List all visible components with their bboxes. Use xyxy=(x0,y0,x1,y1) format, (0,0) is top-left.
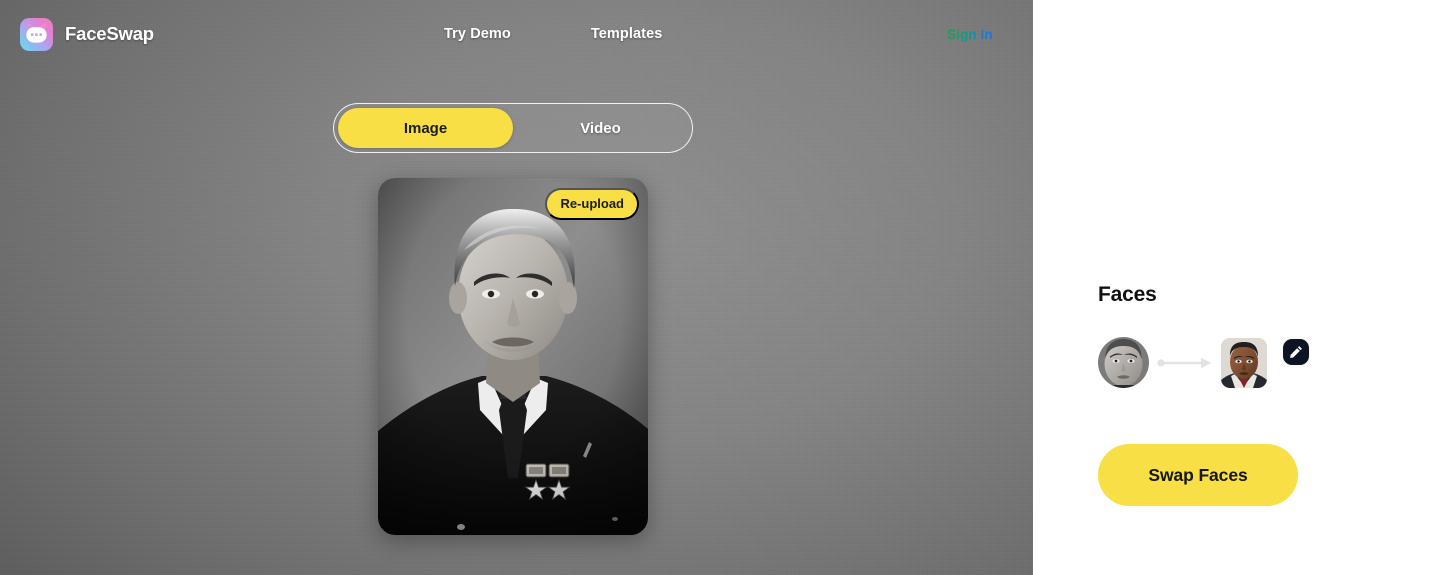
face-mapping-row xyxy=(1098,337,1309,388)
uploaded-photo xyxy=(378,178,648,535)
sign-in-link[interactable]: Sign In xyxy=(947,27,993,42)
nav-item-try-demo[interactable]: Try Demo xyxy=(444,26,511,42)
target-face-thumbnail[interactable] xyxy=(1221,337,1267,388)
uploaded-image-card[interactable]: Re-upload xyxy=(378,178,648,535)
tab-video[interactable]: Video xyxy=(513,108,688,148)
brand[interactable]: FaceSwap xyxy=(20,17,154,51)
top-header: FaceSwap Try Demo Templates Sign In xyxy=(0,0,1033,68)
cat-face-icon xyxy=(20,17,53,51)
mode-toggle: Image Video xyxy=(333,103,693,153)
arrow-right-icon xyxy=(1157,357,1211,368)
pencil-icon xyxy=(1290,345,1302,358)
app-root: FaceSwap Try Demo Templates Sign In Imag… xyxy=(0,0,1433,575)
editor-stage: FaceSwap Try Demo Templates Sign In Imag… xyxy=(0,0,1033,575)
brand-name: FaceSwap xyxy=(65,23,154,44)
main-nav: Try Demo Templates xyxy=(444,26,662,42)
tab-image[interactable]: Image xyxy=(338,108,513,148)
edit-faces-button[interactable] xyxy=(1283,338,1309,365)
re-upload-button[interactable]: Re-upload xyxy=(545,188,639,220)
swap-faces-button[interactable]: Swap Faces xyxy=(1098,444,1298,506)
source-face-thumbnail[interactable] xyxy=(1098,337,1149,388)
nav-item-templates[interactable]: Templates xyxy=(591,26,663,42)
panel-title: Faces xyxy=(1098,283,1157,306)
